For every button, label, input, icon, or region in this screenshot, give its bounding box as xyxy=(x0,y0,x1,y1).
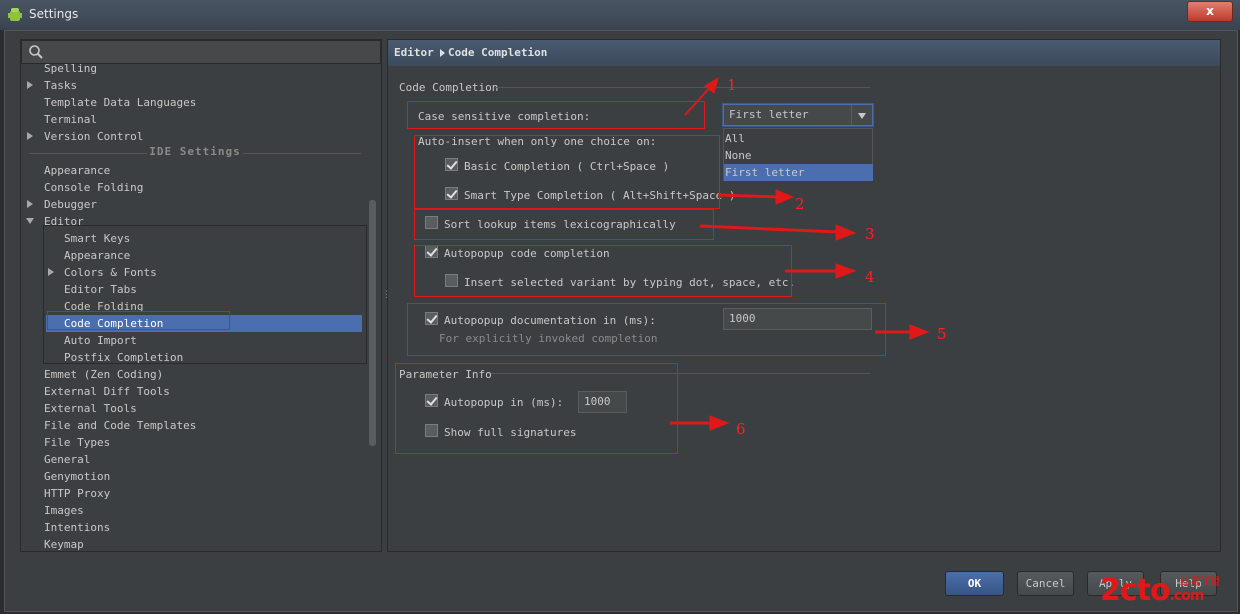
annotation-number-3: 3 xyxy=(865,225,875,243)
cancel-button[interactable]: Cancel xyxy=(1017,571,1074,596)
annotation-number-1: 1 xyxy=(727,76,737,94)
annotation-number-5: 5 xyxy=(937,325,947,343)
annotation-arrows xyxy=(670,76,930,431)
annotation-number-6: 6 xyxy=(736,420,746,438)
ok-button[interactable]: OK xyxy=(945,571,1004,596)
annotation-number-2: 2 xyxy=(795,195,805,213)
annotation-number-4: 4 xyxy=(865,268,875,286)
watermark-subtitle: 红黑联盟 xyxy=(1180,577,1220,588)
